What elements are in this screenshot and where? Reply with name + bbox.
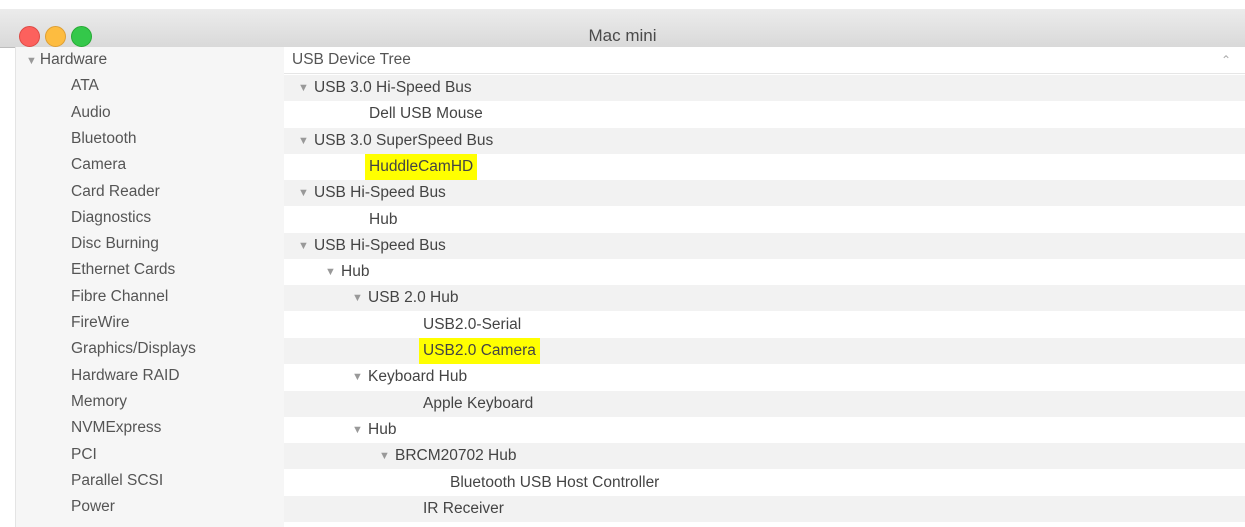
tree-row-label: Hub <box>368 420 397 438</box>
sidebar-item[interactable]: Ethernet Cards <box>71 257 175 283</box>
disclosure-triangle-icon[interactable]: ▼ <box>352 417 363 443</box>
tree-row-label: USB2.0-Serial <box>423 315 522 333</box>
sidebar-section-label: Hardware <box>39 51 108 68</box>
sidebar-item[interactable]: Graphics/Displays <box>71 336 196 362</box>
tree-row-label: Hub <box>369 210 398 228</box>
disclosure-triangle-icon[interactable]: ▼ <box>352 285 363 311</box>
tree-row[interactable]: Dell USB Mouse <box>284 101 1245 127</box>
sidebar-item[interactable]: Power <box>71 494 115 520</box>
tree-row-label: Keyboard Hub <box>368 368 468 386</box>
tree-row[interactable]: ▼ Hub <box>284 417 1245 443</box>
tree-row-label: USB2.0 Camera <box>419 338 540 364</box>
column-header[interactable]: USB Device Tree ⌃ <box>284 47 1245 74</box>
tree-row[interactable]: Hub <box>284 207 1245 233</box>
sidebar[interactable]: ▼ Hardware ATA Audio Bluetooth Camera Card Re… <box>15 47 285 527</box>
tree-row[interactable]: ▼ USB 3.0 Hi-Speed Bus <box>284 75 1245 101</box>
tree-row-label: Hub <box>341 263 370 281</box>
tree-row[interactable]: HuddleCamHD <box>284 153 1245 180</box>
disclosure-triangle-icon[interactable]: ▼ <box>298 128 309 154</box>
tree-row-label: USB 2.0 Hub <box>368 289 459 307</box>
tree-row-label: IR Receiver <box>423 499 504 517</box>
sort-chevron-up-icon[interactable]: ⌃ <box>1221 47 1231 73</box>
tree-row[interactable]: Apple Keyboard <box>284 390 1245 417</box>
sidebar-item[interactable]: Card Reader <box>71 179 160 205</box>
system-information-window: Mac mini ▼ Hardware ATA Audio Bluetooth Came… <box>0 0 1245 527</box>
tree-row-label: USB 3.0 Hi-Speed Bus <box>314 79 472 96</box>
sidebar-item[interactable]: Bluetooth <box>71 126 137 152</box>
sidebar-item[interactable]: Camera <box>71 152 126 178</box>
disclosure-triangle-icon[interactable]: ▼ <box>325 259 336 285</box>
disclosure-triangle-icon[interactable]: ▼ <box>298 233 309 259</box>
usb-device-tree-pane[interactable]: USB Device Tree ⌃ ▼ USB 3.0 Hi-Speed Bus D… <box>284 47 1245 527</box>
tree-row-label: BRCM20702 Hub <box>395 447 517 465</box>
tree-row-label: USB 3.0 SuperSpeed Bus <box>314 131 494 149</box>
tree-row[interactable]: ▼ USB 3.0 SuperSpeed Bus <box>284 127 1245 154</box>
window-title: Mac mini <box>588 26 657 45</box>
tree-row-label: Dell USB Mouse <box>369 105 483 123</box>
tree-row[interactable]: ▼ Keyboard Hub <box>284 364 1245 390</box>
sidebar-item[interactable]: NVMExpress <box>71 415 161 441</box>
sidebar-item[interactable]: Diagnostics <box>71 205 151 231</box>
sidebar-item[interactable]: Parallel SCSI <box>71 468 163 494</box>
tree-row[interactable]: ▼ Hub <box>284 259 1245 285</box>
tree-row[interactable]: ▼ USB Hi-Speed Bus <box>284 232 1245 259</box>
tree-row-label: Bluetooth USB Host Controller <box>450 473 660 491</box>
sidebar-item[interactable]: Fibre Channel <box>71 284 168 310</box>
sidebar-item[interactable]: Disc Burning <box>71 231 159 257</box>
tree-row[interactable]: Bluetooth USB Host Controller <box>284 470 1245 496</box>
sidebar-item[interactable]: ATA <box>71 73 99 99</box>
tree-row[interactable]: ▼ USB 2.0 Hub <box>284 285 1245 312</box>
sidebar-item[interactable]: FireWire <box>71 310 130 336</box>
title-bar[interactable]: Mac mini <box>0 9 1245 48</box>
disclosure-triangle-icon[interactable]: ▼ <box>298 75 309 101</box>
tree-row-label: USB Hi-Speed Bus <box>314 184 446 202</box>
tree-row-label: Apple Keyboard <box>423 394 534 412</box>
tree-row-label: HuddleCamHD <box>365 153 478 180</box>
tree-row[interactable]: ▼ BRCM20702 Hub <box>284 443 1245 470</box>
tree-row[interactable]: USB2.0 Camera <box>284 338 1245 364</box>
disclosure-triangle-icon[interactable]: ▼ <box>379 443 390 469</box>
sidebar-section-hardware[interactable]: ▼ Hardware <box>26 47 107 73</box>
column-header-label: USB Device Tree <box>292 51 411 68</box>
tree-row-label: USB Hi-Speed Bus <box>314 236 446 254</box>
sidebar-item[interactable]: Hardware RAID <box>71 363 180 389</box>
sidebar-item[interactable]: PCI <box>71 442 97 468</box>
sidebar-item[interactable]: Audio <box>71 100 111 126</box>
tree-row[interactable]: USB2.0-Serial <box>284 312 1245 338</box>
tree-row[interactable]: IR Receiver <box>284 495 1245 522</box>
disclosure-triangle-icon[interactable]: ▼ <box>352 364 363 390</box>
tree-row[interactable]: ▼ USB Hi-Speed Bus <box>284 180 1245 207</box>
disclosure-triangle-icon[interactable]: ▼ <box>26 55 37 67</box>
disclosure-triangle-icon[interactable]: ▼ <box>298 180 309 206</box>
sidebar-item[interactable]: Memory <box>71 389 127 415</box>
